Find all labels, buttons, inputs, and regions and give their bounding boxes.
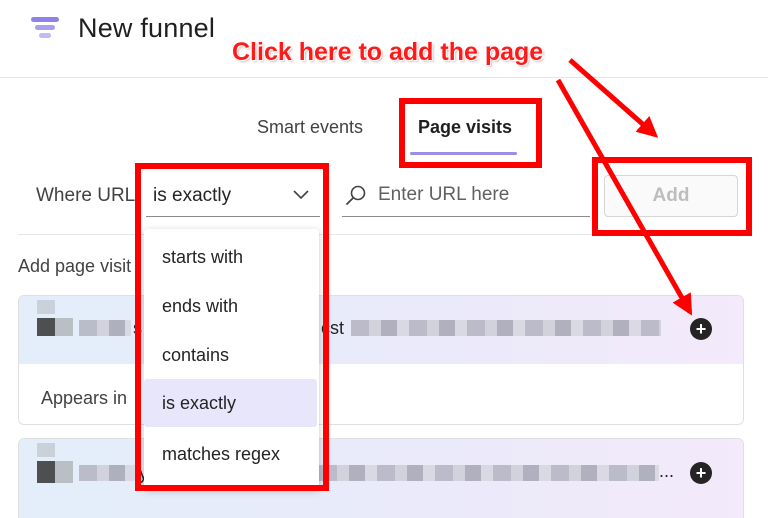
- appears-in-label: Appears in: [41, 388, 128, 408]
- url-fragment: ...: [659, 461, 675, 481]
- url-input[interactable]: [378, 180, 588, 210]
- blurred-block: [55, 318, 73, 336]
- annotation-box-dropdown: [135, 163, 329, 491]
- section-label: Add page visit: [18, 256, 132, 276]
- page-visit-card: y ... +: [18, 438, 744, 518]
- annotation-box-add: [592, 157, 752, 236]
- blurred-block: [37, 443, 55, 457]
- blurred-block: [37, 318, 55, 336]
- where-url-label: Where URL: [36, 185, 136, 206]
- blurred-block: [55, 461, 73, 483]
- blurred-url: [79, 465, 137, 481]
- annotation-box-tab: [399, 98, 542, 168]
- search-icon: [346, 185, 366, 205]
- blurred-block: [37, 300, 55, 314]
- blurred-block: [37, 461, 55, 483]
- annotation-text: Click here to add the page: [232, 38, 544, 66]
- tab-smart-events[interactable]: Smart events: [257, 117, 363, 138]
- add-page-plus-icon[interactable]: +: [690, 462, 712, 484]
- card-header[interactable]: y ... +: [19, 439, 743, 518]
- url-search-field: [342, 172, 590, 217]
- blurred-url: [319, 465, 659, 481]
- page-visit-card: s cst + Appears in: [18, 295, 744, 425]
- blurred-url: [351, 320, 661, 336]
- page-title: New funnel: [78, 13, 216, 43]
- card-header[interactable]: s cst +: [19, 296, 743, 364]
- blurred-url: [79, 320, 131, 336]
- funnel-icon: [31, 17, 59, 38]
- add-page-plus-icon[interactable]: +: [690, 318, 712, 340]
